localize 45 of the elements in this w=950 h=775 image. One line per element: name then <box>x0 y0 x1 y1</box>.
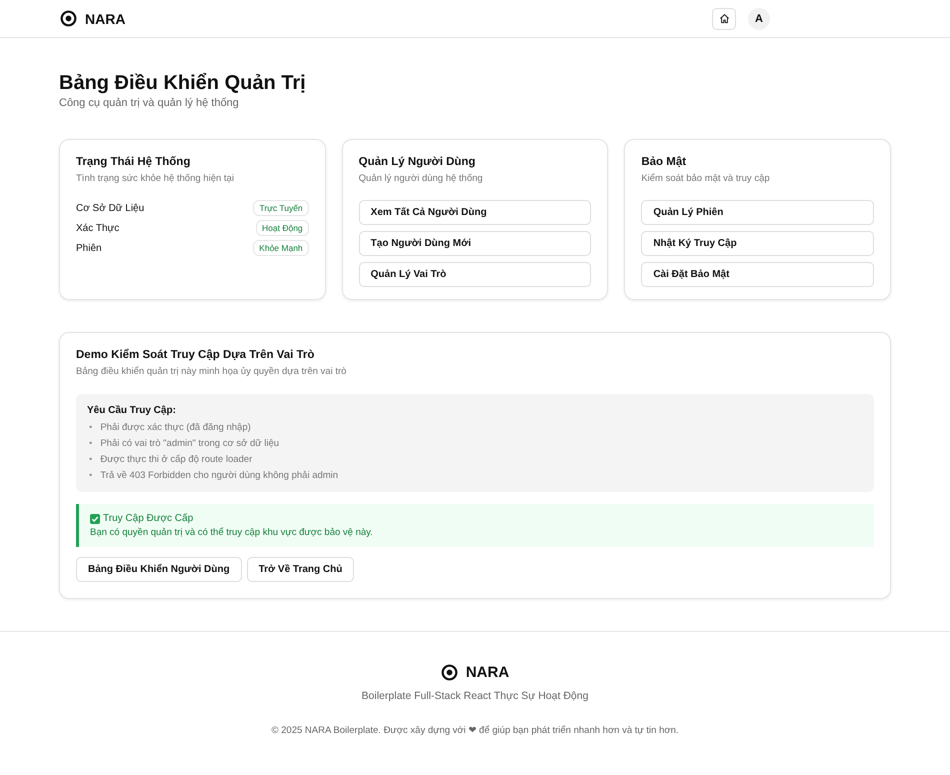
bullet: • <box>89 453 92 467</box>
copyright-text: © 2025 NARA Boilerplate. Được xây dựng với ❤ để giúp bạn phát triển nhanh hơn và tự tin hơn. <box>271 724 679 736</box>
page-title: Bảng Điều Khiển Quản Trị <box>59 72 307 95</box>
card-subtitle: Quản lý người dùng hệ thống <box>358 173 484 184</box>
status-badge: Khỏe Mạnh <box>253 240 309 256</box>
card-title: Quản Lý Người Dùng <box>358 156 476 168</box>
home-button[interactable] <box>712 8 736 30</box>
checkbox-icon <box>90 514 100 524</box>
page-subtitle: Công cụ quản trị và quản lý hệ thống <box>59 97 240 109</box>
requirements-title: Yêu Cầu Truy Cập: <box>87 405 177 416</box>
action-button[interactable]: Quản Lý Vai Trò <box>358 262 592 287</box>
requirement-item: Phải có vai trò "admin" trong cơ sở dữ liệu <box>100 437 280 451</box>
brand-name[interactable]: NARA <box>85 10 126 26</box>
home-icon <box>718 13 730 24</box>
action-button[interactable]: Xem Tất Cả Người Dùng <box>358 200 592 225</box>
card-title: Demo Kiểm Soát Truy Cập Dựa Trên Vai Trò <box>76 349 316 361</box>
bullet: • <box>89 421 92 435</box>
status-badge: Hoạt Động <box>256 220 309 236</box>
footer-tagline: Boilerplate Full-Stack React Thực Sự Hoạt Động <box>362 690 588 702</box>
alert-message: Bạn có quyền quản trị và có thể truy cập khu vực được bảo vệ này. <box>90 527 374 538</box>
action-button[interactable]: Nhật Ký Truy Cập <box>641 231 874 256</box>
status-label: Xác Thực <box>76 222 120 234</box>
logo-icon <box>440 664 458 681</box>
footer-brand: NARA <box>466 664 510 681</box>
logo-icon <box>60 10 77 27</box>
requirement-item: Được thực thi ở cấp độ route loader <box>100 453 252 467</box>
card-subtitle: Tình trạng sức khỏe hệ thống hiện tại <box>76 173 235 184</box>
bullet: • <box>89 469 92 483</box>
card-subtitle: Bảng điều khiển quản trị này minh họa ủy quyền dựa trên vai trò <box>76 366 348 377</box>
card-subtitle: Kiểm soát bảo mật và truy cập <box>641 173 771 184</box>
requirement-item: Trả về 403 Forbidden cho người dùng không phải admin <box>100 469 338 483</box>
action-button[interactable]: Quản Lý Phiên <box>641 200 874 225</box>
nav-button[interactable]: Bảng Điều Khiển Người Dùng <box>76 557 242 582</box>
status-label: Phiên <box>76 242 102 254</box>
card-title: Bảo Mật <box>641 156 688 168</box>
action-button[interactable]: Tạo Người Dùng Mới <box>358 231 592 256</box>
bullet: • <box>89 437 92 451</box>
status-badge: Trực Tuyến <box>253 200 309 216</box>
action-button[interactable]: Cài Đặt Bảo Mật <box>641 262 874 287</box>
user-avatar[interactable]: A <box>748 8 770 30</box>
card-title: Trạng Thái Hệ Thống <box>76 156 192 168</box>
requirement-item: Phải được xác thực (đã đăng nhập) <box>100 421 251 435</box>
alert-title: Truy Cập Được Cấp <box>103 513 194 524</box>
nav-button[interactable]: Trở Về Trang Chủ <box>246 557 354 582</box>
status-label: Cơ Sở Dữ Liệu <box>76 202 144 214</box>
